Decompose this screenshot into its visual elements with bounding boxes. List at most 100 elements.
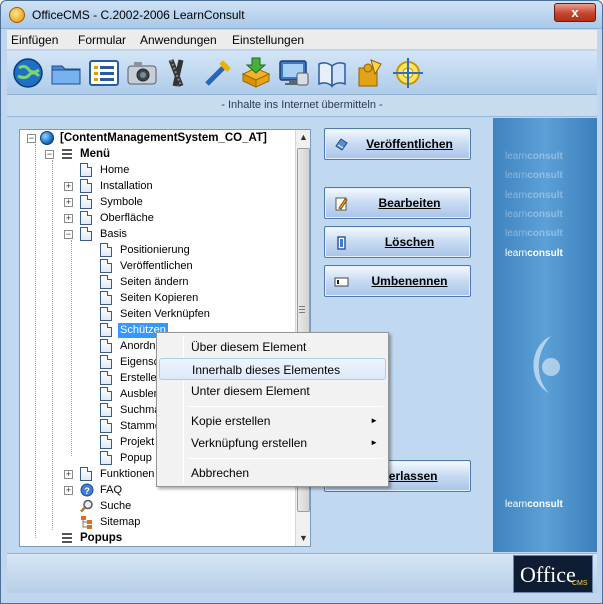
document-icon [100,403,112,417]
tree-item-label: Oberfläche [100,212,154,224]
tree-item-positionierung[interactable]: Positionierung [24,243,294,259]
tree-item-menu[interactable]: − Menü [24,147,224,163]
tree-item-label: FAQ [100,484,123,496]
scroll-up-icon[interactable]: ▲ [296,130,311,145]
tree-item-popups[interactable]: Popups [24,531,174,546]
tree-item-label: Veröffentlichen [120,260,193,272]
book-icon[interactable] [315,56,349,90]
tree-item-anordnen[interactable]: Anordne [24,339,174,355]
document-icon [80,211,92,225]
window-title: OfficeCMS - C.2002-2006 LearnConsult [32,8,245,22]
menu-bar: Einfügen Formular Anwendungen Einstellun… [7,30,597,50]
edit-button[interactable]: Bearbeiten [324,187,471,219]
brand-wordmark: learnconsult [505,209,563,220]
document-icon [100,243,112,257]
tree-root[interactable]: − [ContentManagementSystem_CO_AT] [24,131,309,147]
publish-button[interactable]: Veröffentlichen [324,128,471,160]
document-icon [100,419,112,433]
tree-item-ausblenden[interactable]: Ausblen [24,387,174,403]
submenu-arrow-icon: ► [370,416,378,425]
expand-icon[interactable]: + [64,470,73,479]
expand-icon[interactable]: + [64,486,73,495]
tree-item-sitemap[interactable]: Sitemap [24,515,174,531]
delete-button[interactable]: Löschen [324,226,471,258]
document-icon [100,387,112,401]
tree-item-symbole[interactable]: + Symbole [24,195,224,211]
tree-item-label: Popup [120,452,152,464]
menu-anwendungen[interactable]: Anwendungen [140,33,217,47]
tree-item-installation[interactable]: + Installation [24,179,224,195]
rename-button[interactable]: Umbenennen [324,265,471,297]
tree-item-funktionen[interactable]: + Funktionen [24,467,174,483]
collapse-icon[interactable]: − [64,230,73,239]
document-icon [100,371,112,385]
target-icon[interactable] [391,56,425,90]
menu-item-above[interactable]: Über diesem Element [159,336,386,358]
menu-item-below[interactable]: Unter diesem Element [159,380,386,402]
tree-item-seiten-aendern[interactable]: Seiten ändern [24,275,294,291]
puzzle-icon[interactable] [353,56,387,90]
tree-item-projekt[interactable]: Projekt [24,435,174,451]
status-line: - Inhalte ins Internet übermitteln - [7,95,597,117]
menu-item-link[interactable]: Verknüpfung erstellen ► [159,432,386,454]
tree-item-label: Menü [80,148,111,160]
menu-einfuegen[interactable]: Einfügen [11,33,58,47]
collapse-icon[interactable]: − [45,150,54,159]
menu-item-cancel[interactable]: Abbrechen [159,462,386,484]
edit-icon [335,197,348,211]
menu-item-copy[interactable]: Kopie erstellen ► [159,410,386,432]
expand-icon[interactable]: + [64,214,73,223]
document-icon [80,163,92,177]
tree-item-popup[interactable]: Popup [24,451,174,467]
title-bar: OfficeCMS - C.2002-2006 LearnConsult x [1,1,602,29]
tree-item-suche[interactable]: Suche [24,499,174,515]
menu-item-label: Unter diesem Element [191,384,310,398]
tree-item-label: Stammo [120,420,161,432]
tree-item-oberflaeche[interactable]: + Oberfläche [24,211,224,227]
expand-icon[interactable]: + [64,198,73,207]
globe-icon[interactable] [11,56,45,90]
tree-item-erstellen[interactable]: Erstelle [24,371,174,387]
app-window: OfficeCMS - C.2002-2006 LearnConsult x E… [0,0,603,604]
tree-item-basis[interactable]: − Basis [24,227,224,243]
menu-einstellungen[interactable]: Einstellungen [232,33,304,47]
menu-item-label: Innerhalb dieses Elementes [192,363,341,377]
grid-icon [62,533,72,543]
screen-icon[interactable] [277,56,311,90]
brand-wordmark: learnconsult [505,228,563,239]
close-button[interactable]: x [554,3,596,22]
tree-item-faq[interactable]: + ? FAQ [24,483,174,499]
tree-item-eigenschaften[interactable]: Eigensc [24,355,174,371]
tree-item-seiten-verknuepfen[interactable]: Seiten Verknüpfen [24,307,294,323]
document-icon [100,355,112,369]
document-icon [100,275,112,289]
list-icon[interactable] [87,56,121,90]
context-menu: Über diesem Element Innerhalb dieses Ele… [156,332,389,487]
rename-icon [334,277,349,287]
collapse-icon[interactable]: − [27,134,36,143]
delete-button-label: Löschen [384,235,435,249]
menu-item-inside[interactable]: Innerhalb dieses Elementes [159,358,386,380]
camera-icon[interactable] [125,56,159,90]
tree-item-suchmaschine[interactable]: Suchma [24,403,174,419]
tree-item-seiten-kopieren[interactable]: Seiten Kopieren [24,291,294,307]
scroll-down-icon[interactable]: ▼ [296,531,311,546]
document-icon [100,451,112,465]
logo-subtext: CMS [572,580,588,587]
film-icon[interactable] [163,56,197,90]
tree-item-stammordner[interactable]: Stammo [24,419,174,435]
folder-icon[interactable] [49,56,83,90]
tree-item-label: Suchma [120,404,161,416]
officecms-logo: Office CMS [513,555,593,593]
tree-item-label: Popups [80,532,123,544]
document-icon [100,259,112,273]
tools-icon[interactable] [201,56,235,90]
tree-item-label: Basis [100,228,127,240]
tree-item-veroeffentlichen[interactable]: Veröffentlichen [24,259,294,275]
expand-icon[interactable]: + [64,182,73,191]
tree-item-label: Symbole [100,196,143,208]
publish-icon [335,138,348,151]
tree-item-home[interactable]: Home [24,163,224,179]
download-icon[interactable] [239,56,273,90]
menu-formular[interactable]: Formular [78,33,126,47]
